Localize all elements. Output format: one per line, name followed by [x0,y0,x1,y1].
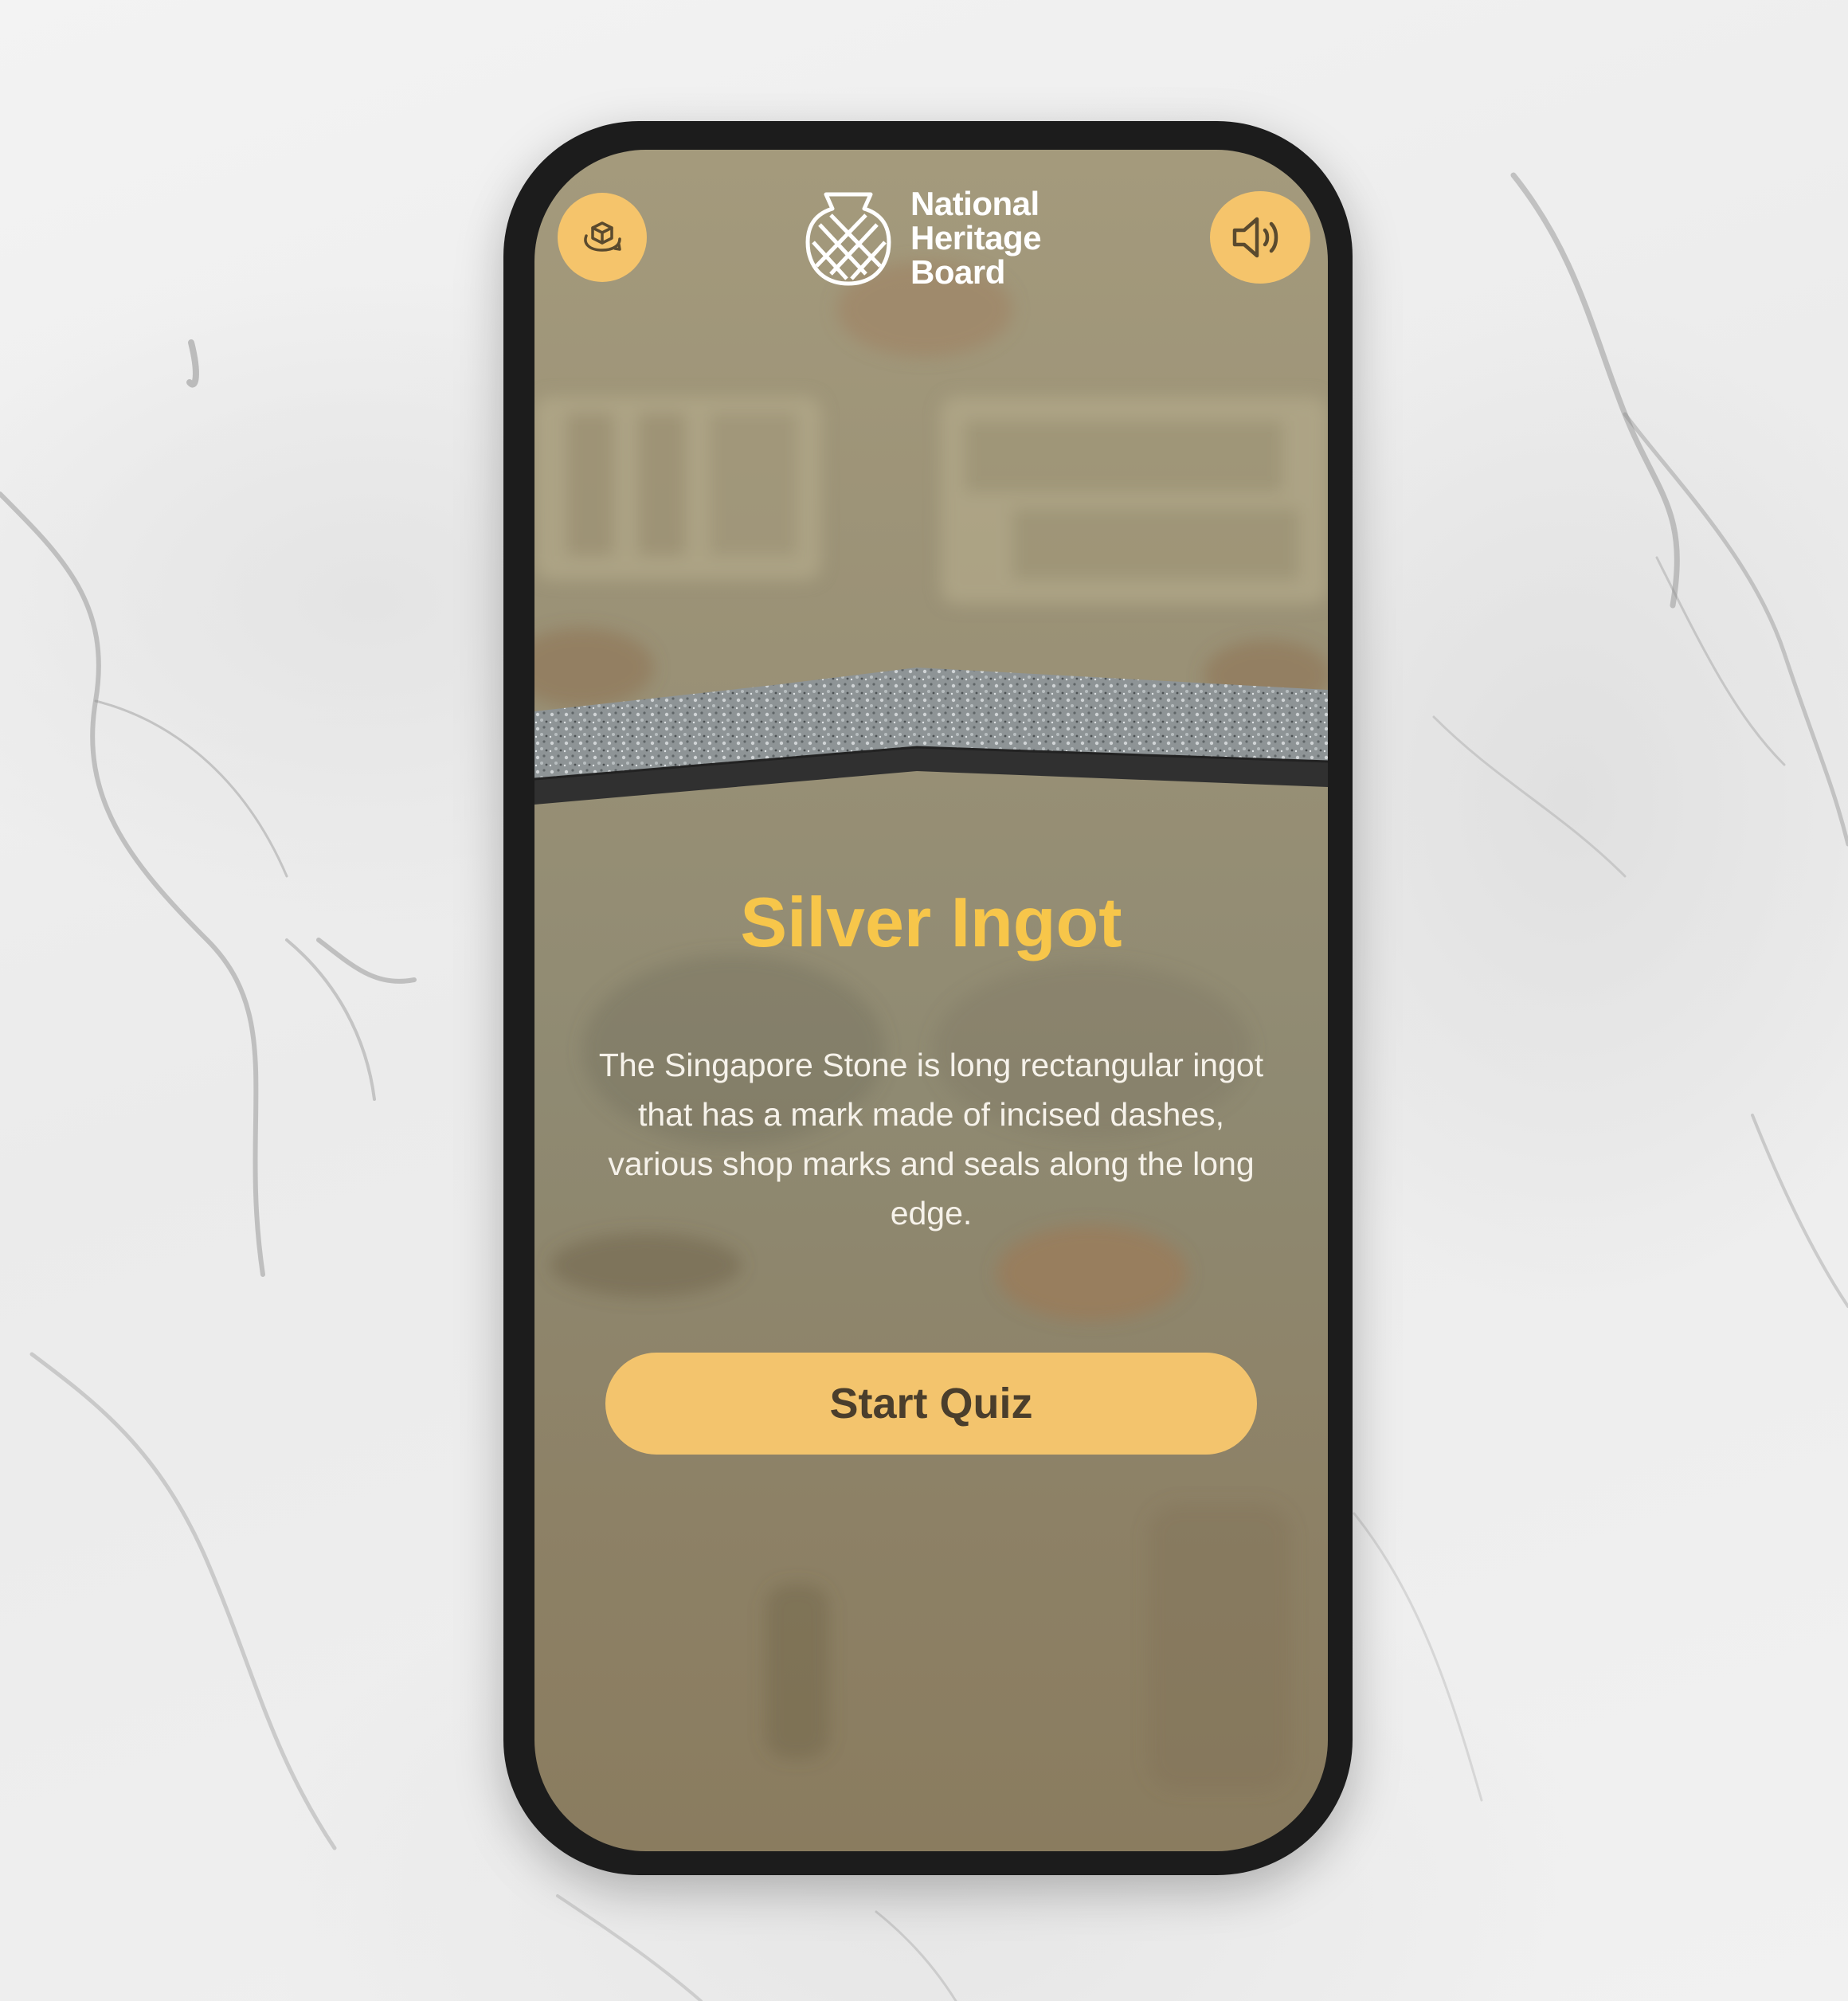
nhb-logo: National Heritage Board [802,186,1057,290]
start-quiz-button[interactable]: Start Quiz [605,1353,1257,1455]
nhb-woven-vase-logo [805,192,891,286]
sound-toggle-button[interactable] [1210,191,1310,284]
artifact-title: Silver Ingot [740,883,1122,961]
phone-screen: National Heritage Board Silver Ingot The… [534,150,1328,1851]
ar-cube-rotate-icon [584,221,621,252]
speaker-volume-icon [1232,217,1278,258]
ar-view-button[interactable] [558,193,647,282]
artifact-description: The Singapore Stone is long rectangular … [598,1047,1264,1232]
logo-line-1: National [910,185,1040,222]
logo-wordmark: National Heritage Board [910,185,1042,291]
blurred-camera-background [534,261,1328,1791]
logo-line-3: Board [910,253,1005,291]
silver-ingot-3d-model[interactable] [534,668,1328,859]
logo-line-2: Heritage [910,219,1042,256]
